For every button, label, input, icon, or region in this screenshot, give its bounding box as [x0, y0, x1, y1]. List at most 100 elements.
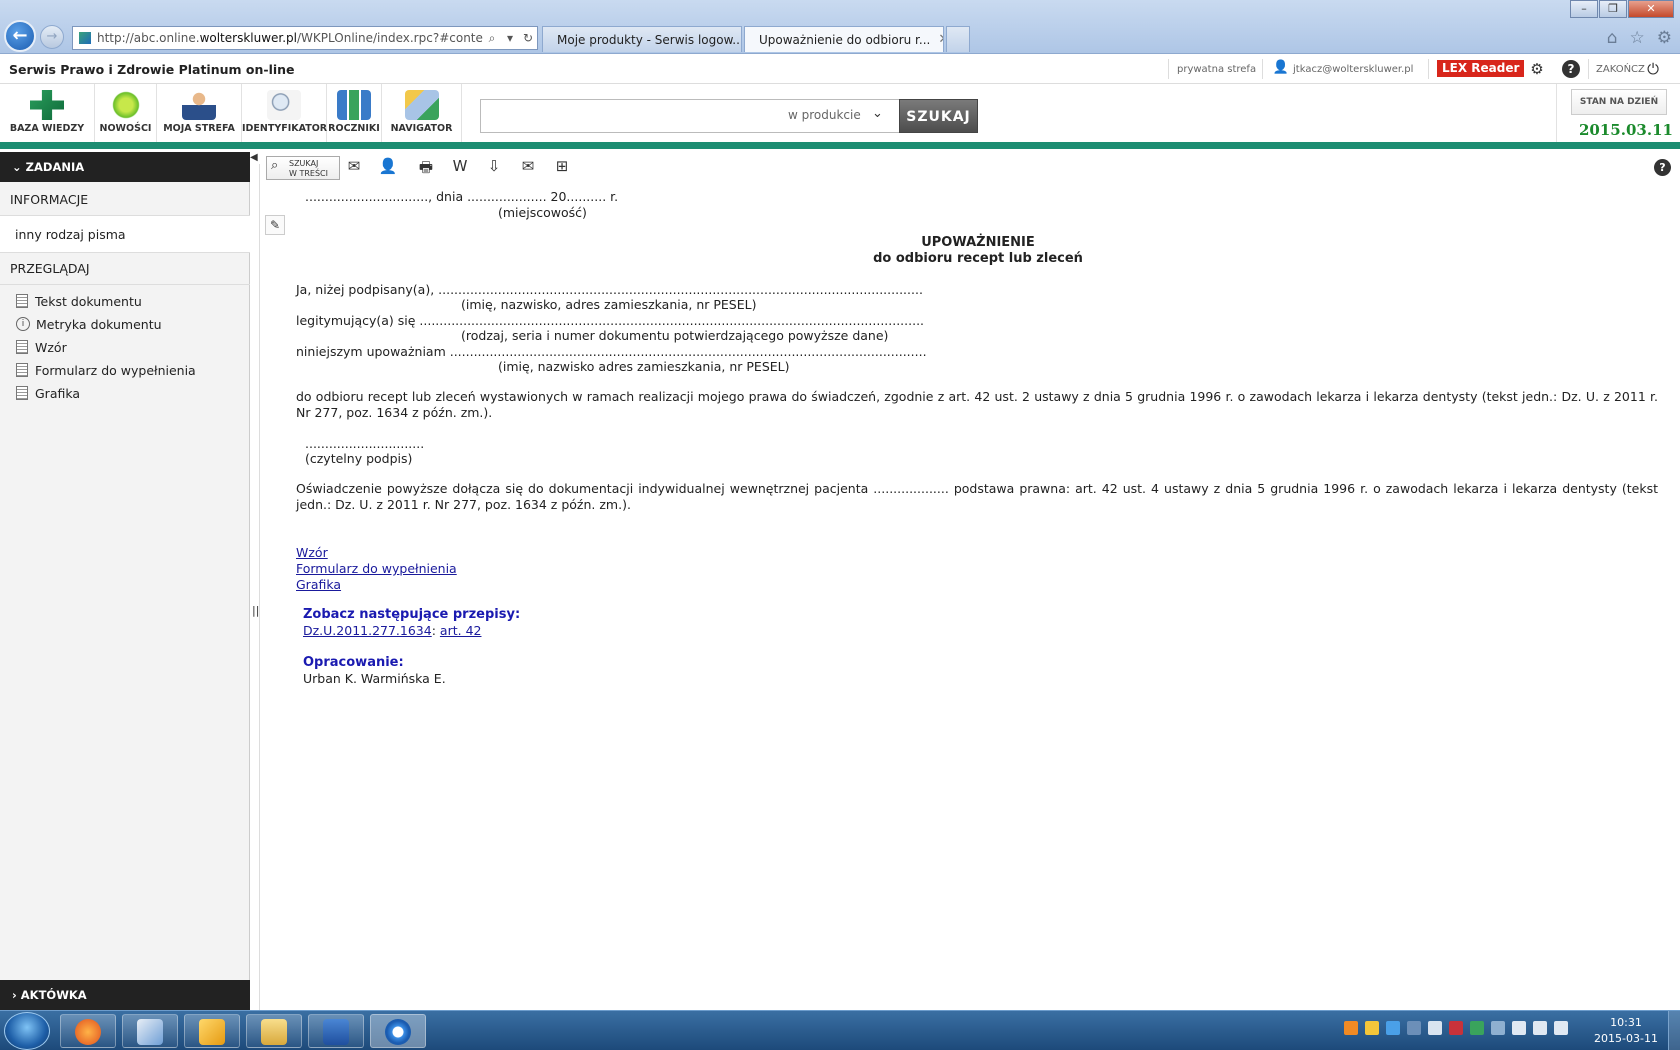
link-formularz-text[interactable]: Formularz do wypełnienia — [296, 561, 457, 576]
tray-app-icon[interactable] — [1344, 1021, 1358, 1035]
sidebar-item-label: Wzór — [35, 339, 67, 355]
place-hint: (miejscowość) — [498, 205, 587, 220]
see-provisions-heading: Zobacz następujące przepisy: — [303, 607, 521, 622]
tray-app-icon[interactable] — [1365, 1021, 1379, 1035]
word-download-icon[interactable]: ⇩ — [482, 157, 506, 179]
power-icon[interactable]: ⏻ — [1644, 60, 1662, 78]
toolbar-label: BAZA WIEDZY — [9, 123, 85, 134]
splitter-grip-icon[interactable]: || — [252, 604, 259, 617]
link-grafika[interactable]: Grafika — [296, 577, 341, 592]
restore-button[interactable]: ❐ — [1599, 0, 1627, 18]
stan-date: 2015.03.11 — [1579, 121, 1673, 139]
starburst-icon — [108, 90, 143, 120]
help-icon[interactable]: ? — [1562, 60, 1580, 78]
url-path: /WKPLOnline/index.rpc?#content.rpc-- — [297, 31, 483, 45]
sidebar-zadania[interactable]: ⌄ ZADANIA — [0, 152, 250, 182]
minimize-button[interactable]: – — [1570, 0, 1598, 18]
sidebar-informacje[interactable]: INFORMACJE — [0, 184, 250, 216]
stan-na-dzien-button[interactable]: STAN NA DZIEŃ — [1571, 89, 1667, 115]
taskbar-explorer[interactable] — [246, 1014, 302, 1048]
document-type: inny rodzaj pisma — [15, 227, 126, 242]
sidebar-item-formularz[interactable]: Formularz do wypełnienia — [16, 360, 196, 380]
clear-highlight-icon[interactable]: ✉ — [342, 157, 366, 179]
help-icon[interactable]: ? — [1654, 159, 1671, 176]
author-names: Urban K. Warmińska E. — [303, 671, 446, 686]
settings-gear-icon[interactable]: ⚙ — [1528, 60, 1546, 78]
show-desktop-button[interactable] — [1668, 1011, 1680, 1050]
lex-reader-button[interactable]: LEX Reader — [1437, 60, 1525, 77]
authorized-hint: (imię, nazwisko adres zamieszkania, nr P… — [498, 359, 790, 374]
sidebar-item-label: Formularz do wypełnienia — [35, 362, 196, 378]
sidebar-aktowka[interactable]: › AKTÓWKA — [0, 980, 250, 1010]
word-export-icon[interactable]: W — [448, 157, 472, 179]
email-icon[interactable]: ✉ — [516, 157, 540, 179]
authorized-line: niniejszym upoważniam ..................… — [296, 344, 927, 359]
refresh-icon[interactable]: ↻ — [519, 31, 537, 45]
user-email[interactable]: jtkacz@wolterskluwer.pl — [1293, 64, 1413, 75]
outlook-icon — [199, 1019, 225, 1045]
forward-button[interactable]: → — [40, 25, 64, 49]
stan-na-dzien-box: STAN NA DZIEŃ 2015.03.11 — [1556, 84, 1680, 142]
home-icon[interactable]: ⌂ — [1607, 28, 1618, 48]
sidebar-item-grafika[interactable]: Grafika — [16, 383, 80, 403]
link-wzor-text[interactable]: Wzór — [296, 545, 328, 560]
main-toolbar: BAZA WIEDZY NOWOŚCI MOJA STREFA IDENTYFI… — [0, 84, 1680, 142]
user-assign-icon[interactable]: 👤 — [376, 157, 400, 179]
link-wzor[interactable]: Wzór — [296, 545, 328, 560]
network-icon[interactable] — [1491, 1021, 1505, 1035]
new-tab-button[interactable] — [946, 26, 970, 52]
toolbar-roczniki[interactable]: ROCZNIKI — [327, 84, 382, 142]
start-button[interactable] — [4, 1012, 50, 1050]
search-button[interactable]: SZUKAJ — [899, 99, 978, 133]
security-shield-icon[interactable] — [1449, 1021, 1463, 1035]
sync-icon[interactable] — [1470, 1021, 1484, 1035]
sidebar-item-wzor[interactable]: Wzór — [16, 337, 67, 357]
add-to-briefcase-icon[interactable]: ⊞ — [550, 157, 574, 179]
url-text[interactable]: http://abc.online.wolterskluwer.pl/WKPLO… — [97, 31, 483, 45]
volume-muted-icon[interactable] — [1428, 1021, 1442, 1035]
toolbar-moja-strefa[interactable]: MOJA STREFA — [157, 84, 242, 142]
sidebar-item-tekst-dokumentu[interactable]: Tekst dokumentu — [16, 291, 142, 311]
search-icon[interactable]: ⌕ — [483, 31, 501, 46]
display-icon[interactable] — [1533, 1021, 1547, 1035]
settings-gear-icon[interactable]: ⚙ — [1657, 28, 1672, 48]
toolbar-identyfikator[interactable]: IDENTYFIKATOR — [242, 84, 327, 142]
search-scope-select[interactable]: w produkcie — [788, 108, 861, 122]
favorites-star-icon[interactable]: ☆ — [1630, 28, 1645, 48]
link-formularz[interactable]: Formularz do wypełnienia — [296, 561, 457, 576]
collapse-sidebar-icon[interactable]: ◀ — [250, 152, 260, 164]
taskbar-clock[interactable]: 10:31 2015-03-11 — [1590, 1015, 1662, 1047]
private-zone-link[interactable]: prywatna strefa — [1177, 64, 1256, 75]
flag-icon[interactable] — [1512, 1021, 1526, 1035]
toolbar-baza-wiedzy[interactable]: BAZA WIEDZY — [0, 84, 95, 142]
chevron-down-icon[interactable]: ⌄ — [872, 106, 883, 121]
tray-app-icon[interactable] — [1407, 1021, 1421, 1035]
taskbar-outlook[interactable] — [184, 1014, 240, 1048]
toolbar-navigator[interactable]: NAVIGATOR — [382, 84, 462, 142]
sidebar-przegladaj[interactable]: PRZEGLĄDAJ — [0, 253, 250, 285]
tab-moje-produkty[interactable]: Moje produkty - Serwis logow... — [542, 26, 742, 52]
taskbar-firefox[interactable] — [60, 1014, 116, 1048]
chevron-down-icon: ⌄ — [12, 160, 22, 174]
close-tab-icon[interactable]: ✕ — [938, 32, 943, 47]
person-icon — [182, 90, 216, 120]
speaker-icon[interactable] — [1554, 1021, 1568, 1035]
search-in-content-button[interactable]: ⌕ SZUKAJ W TREŚCI — [266, 156, 340, 180]
dropdown-icon[interactable]: ▾ — [501, 31, 519, 45]
link-art-42[interactable]: art. 42 — [440, 623, 482, 638]
taskbar-lync[interactable] — [122, 1014, 178, 1048]
logout-link[interactable]: ZAKOŃCZ — [1596, 64, 1645, 75]
sidebar-item-metryka[interactable]: i Metryka dokumentu — [16, 314, 162, 334]
link-grafika-text[interactable]: Grafika — [296, 577, 341, 592]
taskbar-internet-explorer[interactable] — [370, 1014, 426, 1048]
tab-upowaznienie[interactable]: Upoważnienie do odbioru r... ✕ — [744, 26, 944, 52]
tray-app-icon[interactable] — [1386, 1021, 1400, 1035]
back-button[interactable]: ← — [4, 20, 36, 52]
taskbar-word[interactable] — [308, 1014, 364, 1048]
print-icon[interactable]: 🖶 — [414, 157, 438, 179]
address-bar[interactable]: http://abc.online.wolterskluwer.pl/WKPLO… — [72, 26, 538, 50]
close-window-button[interactable]: ✕ — [1628, 0, 1674, 18]
panel-splitter[interactable] — [250, 164, 260, 1010]
toolbar-nowosci[interactable]: NOWOŚCI — [95, 84, 157, 142]
link-dz-u[interactable]: Dz.U.2011.277.1634 — [303, 623, 432, 638]
